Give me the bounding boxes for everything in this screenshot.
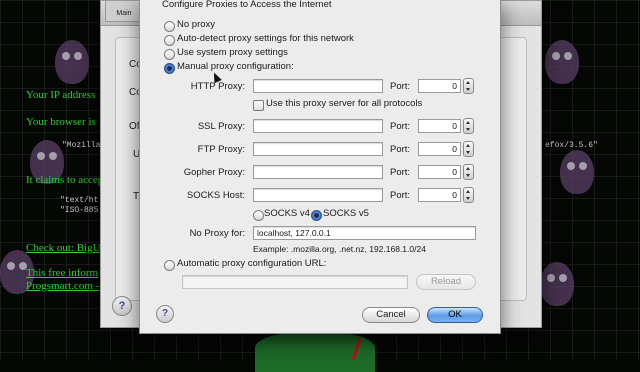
- preferences-help-button[interactable]: ?: [112, 296, 132, 316]
- http-proxy-label: HTTP Proxy:: [190, 81, 245, 92]
- gopher-port-input[interactable]: 0: [418, 165, 461, 179]
- bug-mascot-image: [55, 40, 89, 84]
- bug-mascot-image: [560, 150, 594, 194]
- system-proxy-radio[interactable]: [164, 49, 175, 60]
- use-for-all-checkbox[interactable]: [253, 100, 264, 111]
- help-button[interactable]: ?: [156, 305, 174, 323]
- socks-v5-radio[interactable]: [311, 210, 322, 221]
- free-info-link[interactable]: This free inform: [26, 267, 98, 279]
- bug-mascot-image: [540, 262, 574, 306]
- dialog-title: Configure Proxies to Access the Internet: [162, 0, 332, 10]
- no-proxy-radio[interactable]: [164, 21, 175, 32]
- socks-host-input[interactable]: [253, 188, 383, 202]
- manual-proxy-label: Manual proxy configuration:: [177, 61, 294, 72]
- no-proxy-example: Example: .mozilla.org, .net.nz, 192.168.…: [253, 244, 426, 254]
- ip-address-text: Your IP address: [26, 89, 96, 101]
- socks-v5-label: SOCKS v5: [323, 208, 369, 219]
- auto-config-url-input[interactable]: [182, 275, 408, 289]
- ftp-proxy-label: FTP Proxy:: [197, 144, 245, 155]
- check-out-link[interactable]: Check out: BigU: [26, 242, 101, 254]
- use-for-all-label: Use this proxy server for all protocols: [266, 98, 423, 109]
- manual-proxy-radio[interactable]: [164, 63, 175, 74]
- http-port-stepper[interactable]: [463, 78, 474, 94]
- auto-detect-radio[interactable]: [164, 35, 175, 46]
- gopher-proxy-input[interactable]: [253, 165, 383, 179]
- accept-type-text: "text/ht: [60, 196, 99, 205]
- cancel-button[interactable]: Cancel: [362, 307, 420, 323]
- port-label: Port:: [390, 144, 411, 155]
- gopher-proxy-label: Gopher Proxy:: [183, 167, 245, 178]
- ssl-proxy-label: SSL Proxy:: [197, 121, 245, 132]
- no-proxy-label: No proxy: [177, 19, 216, 30]
- port-label: Port:: [390, 121, 411, 132]
- socks-port-stepper[interactable]: [463, 187, 474, 203]
- socks-v4-radio[interactable]: [253, 210, 264, 221]
- system-proxy-label: Use system proxy settings: [177, 47, 288, 58]
- accept-text: It claims to accep: [26, 174, 104, 186]
- http-port-input[interactable]: 0: [418, 79, 461, 93]
- ftp-port-stepper[interactable]: [463, 141, 474, 157]
- gopher-port-stepper[interactable]: [463, 164, 474, 180]
- connection-settings-dialog: Configure Proxies to Access the Internet…: [139, 0, 501, 334]
- peek-label: Of: [129, 121, 140, 132]
- user-agent-start: "Mozilla: [62, 141, 101, 150]
- socks-host-label: SOCKS Host:: [186, 190, 245, 201]
- http-proxy-input[interactable]: [253, 79, 383, 93]
- reload-button[interactable]: Reload: [416, 274, 476, 290]
- browser-text: Your browser is: [26, 116, 96, 128]
- ssl-port-stepper[interactable]: [463, 118, 474, 134]
- port-label: Port:: [390, 167, 411, 178]
- ftp-port-input[interactable]: 0: [418, 142, 461, 156]
- ssl-port-input[interactable]: 0: [418, 119, 461, 133]
- ftp-proxy-input[interactable]: [253, 142, 383, 156]
- port-label: Port:: [390, 190, 411, 201]
- progsmart-link[interactable]: Progsmart.com -: [26, 280, 99, 292]
- auto-detect-label: Auto-detect proxy settings for this netw…: [177, 33, 354, 44]
- main-tab[interactable]: Main: [105, 1, 143, 22]
- no-proxy-for-label: No Proxy for:: [189, 228, 245, 239]
- auto-config-radio[interactable]: [164, 260, 175, 271]
- socks-port-input[interactable]: 0: [418, 188, 461, 202]
- port-label: Port:: [390, 81, 411, 92]
- no-proxy-for-input[interactable]: localhost, 127.0.0.1: [253, 226, 476, 240]
- user-agent-end: efox/3.5.6": [545, 141, 598, 150]
- socks-v4-label: SOCKS v4: [264, 208, 310, 219]
- bug-mascot-image: [545, 40, 579, 84]
- accept-charset-text: "ISO-885: [60, 206, 99, 215]
- auto-config-label: Automatic proxy configuration URL:: [177, 258, 327, 269]
- ok-button[interactable]: OK: [427, 307, 483, 323]
- ssl-proxy-input[interactable]: [253, 119, 383, 133]
